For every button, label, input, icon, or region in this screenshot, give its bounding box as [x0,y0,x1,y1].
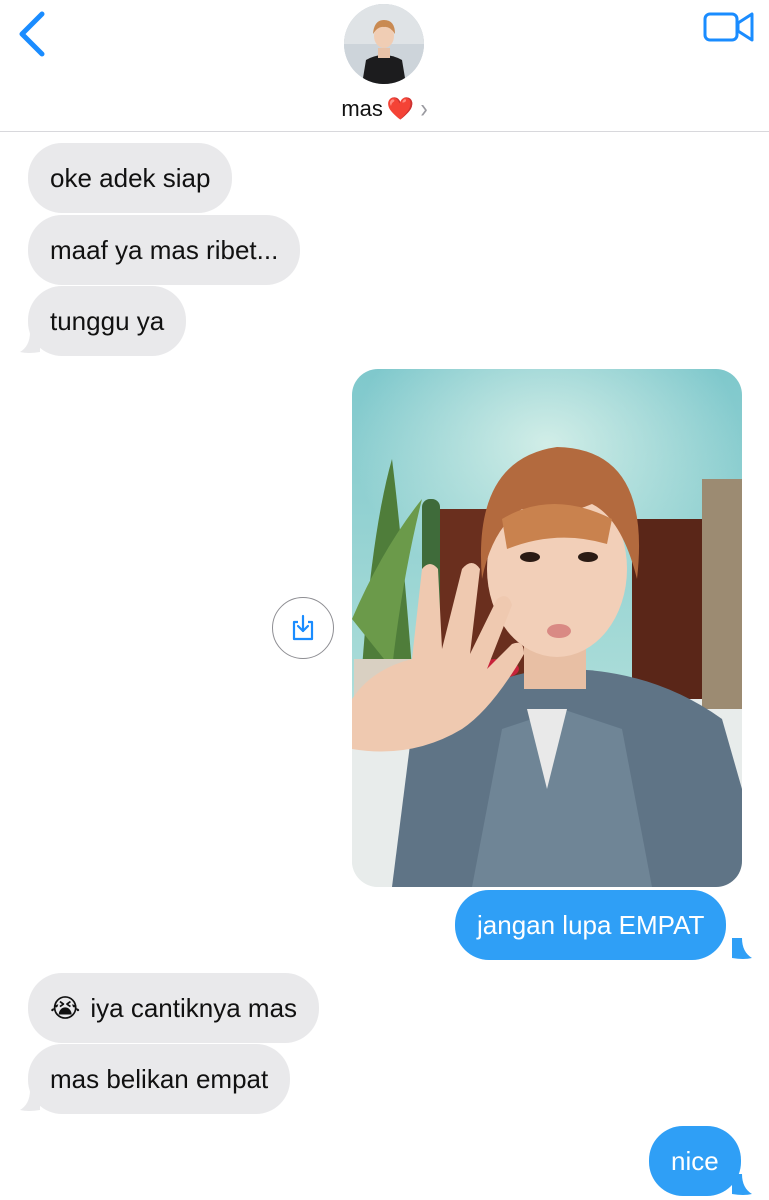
message-bubble-incoming[interactable]: 😭 iya cantiknya mas [28,973,320,1043]
message-text: tunggu ya [50,305,165,336]
contact-avatar[interactable] [344,4,424,84]
contact-name-row[interactable]: mas ❤️ › [0,92,769,126]
message-text: jangan lupa EMPAT [477,909,705,940]
message-bubble-outgoing[interactable]: nice [649,1126,741,1196]
bubble-tail [20,332,40,353]
chevron-left-icon [19,11,45,57]
message-text: oke adek siap [50,162,211,193]
message-text: nice [671,1145,719,1176]
crying-face-emoji: 😭 [50,992,81,1023]
photo-message[interactable] [352,369,742,887]
bubble-tail [20,1090,40,1111]
message-bubble-incoming[interactable]: mas belikan empat [28,1044,291,1114]
conversation-header: mas ❤️ › [0,0,769,132]
facetime-button[interactable] [702,10,756,46]
chevron-right-icon: › [420,93,428,124]
bubble-tail [732,938,752,959]
heart-emoji: ❤️ [386,96,415,121]
message-bubble-incoming[interactable]: maaf ya mas ribet... [28,215,301,285]
message-bubble-incoming[interactable]: oke adek siap [28,143,233,213]
contact-name: mas [341,96,383,121]
save-image-button[interactable] [272,597,334,659]
message-text: mas belikan empat [50,1063,269,1094]
message-bubble-outgoing[interactable]: jangan lupa EMPAT [455,890,727,960]
video-camera-icon [703,12,754,42]
save-image-icon [292,614,314,641]
message-text: iya cantiknya mas [90,992,298,1023]
message-text: maaf ya mas ribet... [50,234,279,265]
back-button[interactable] [12,10,52,58]
message-bubble-incoming[interactable]: tunggu ya [28,286,187,356]
bubble-tail [732,1174,752,1195]
